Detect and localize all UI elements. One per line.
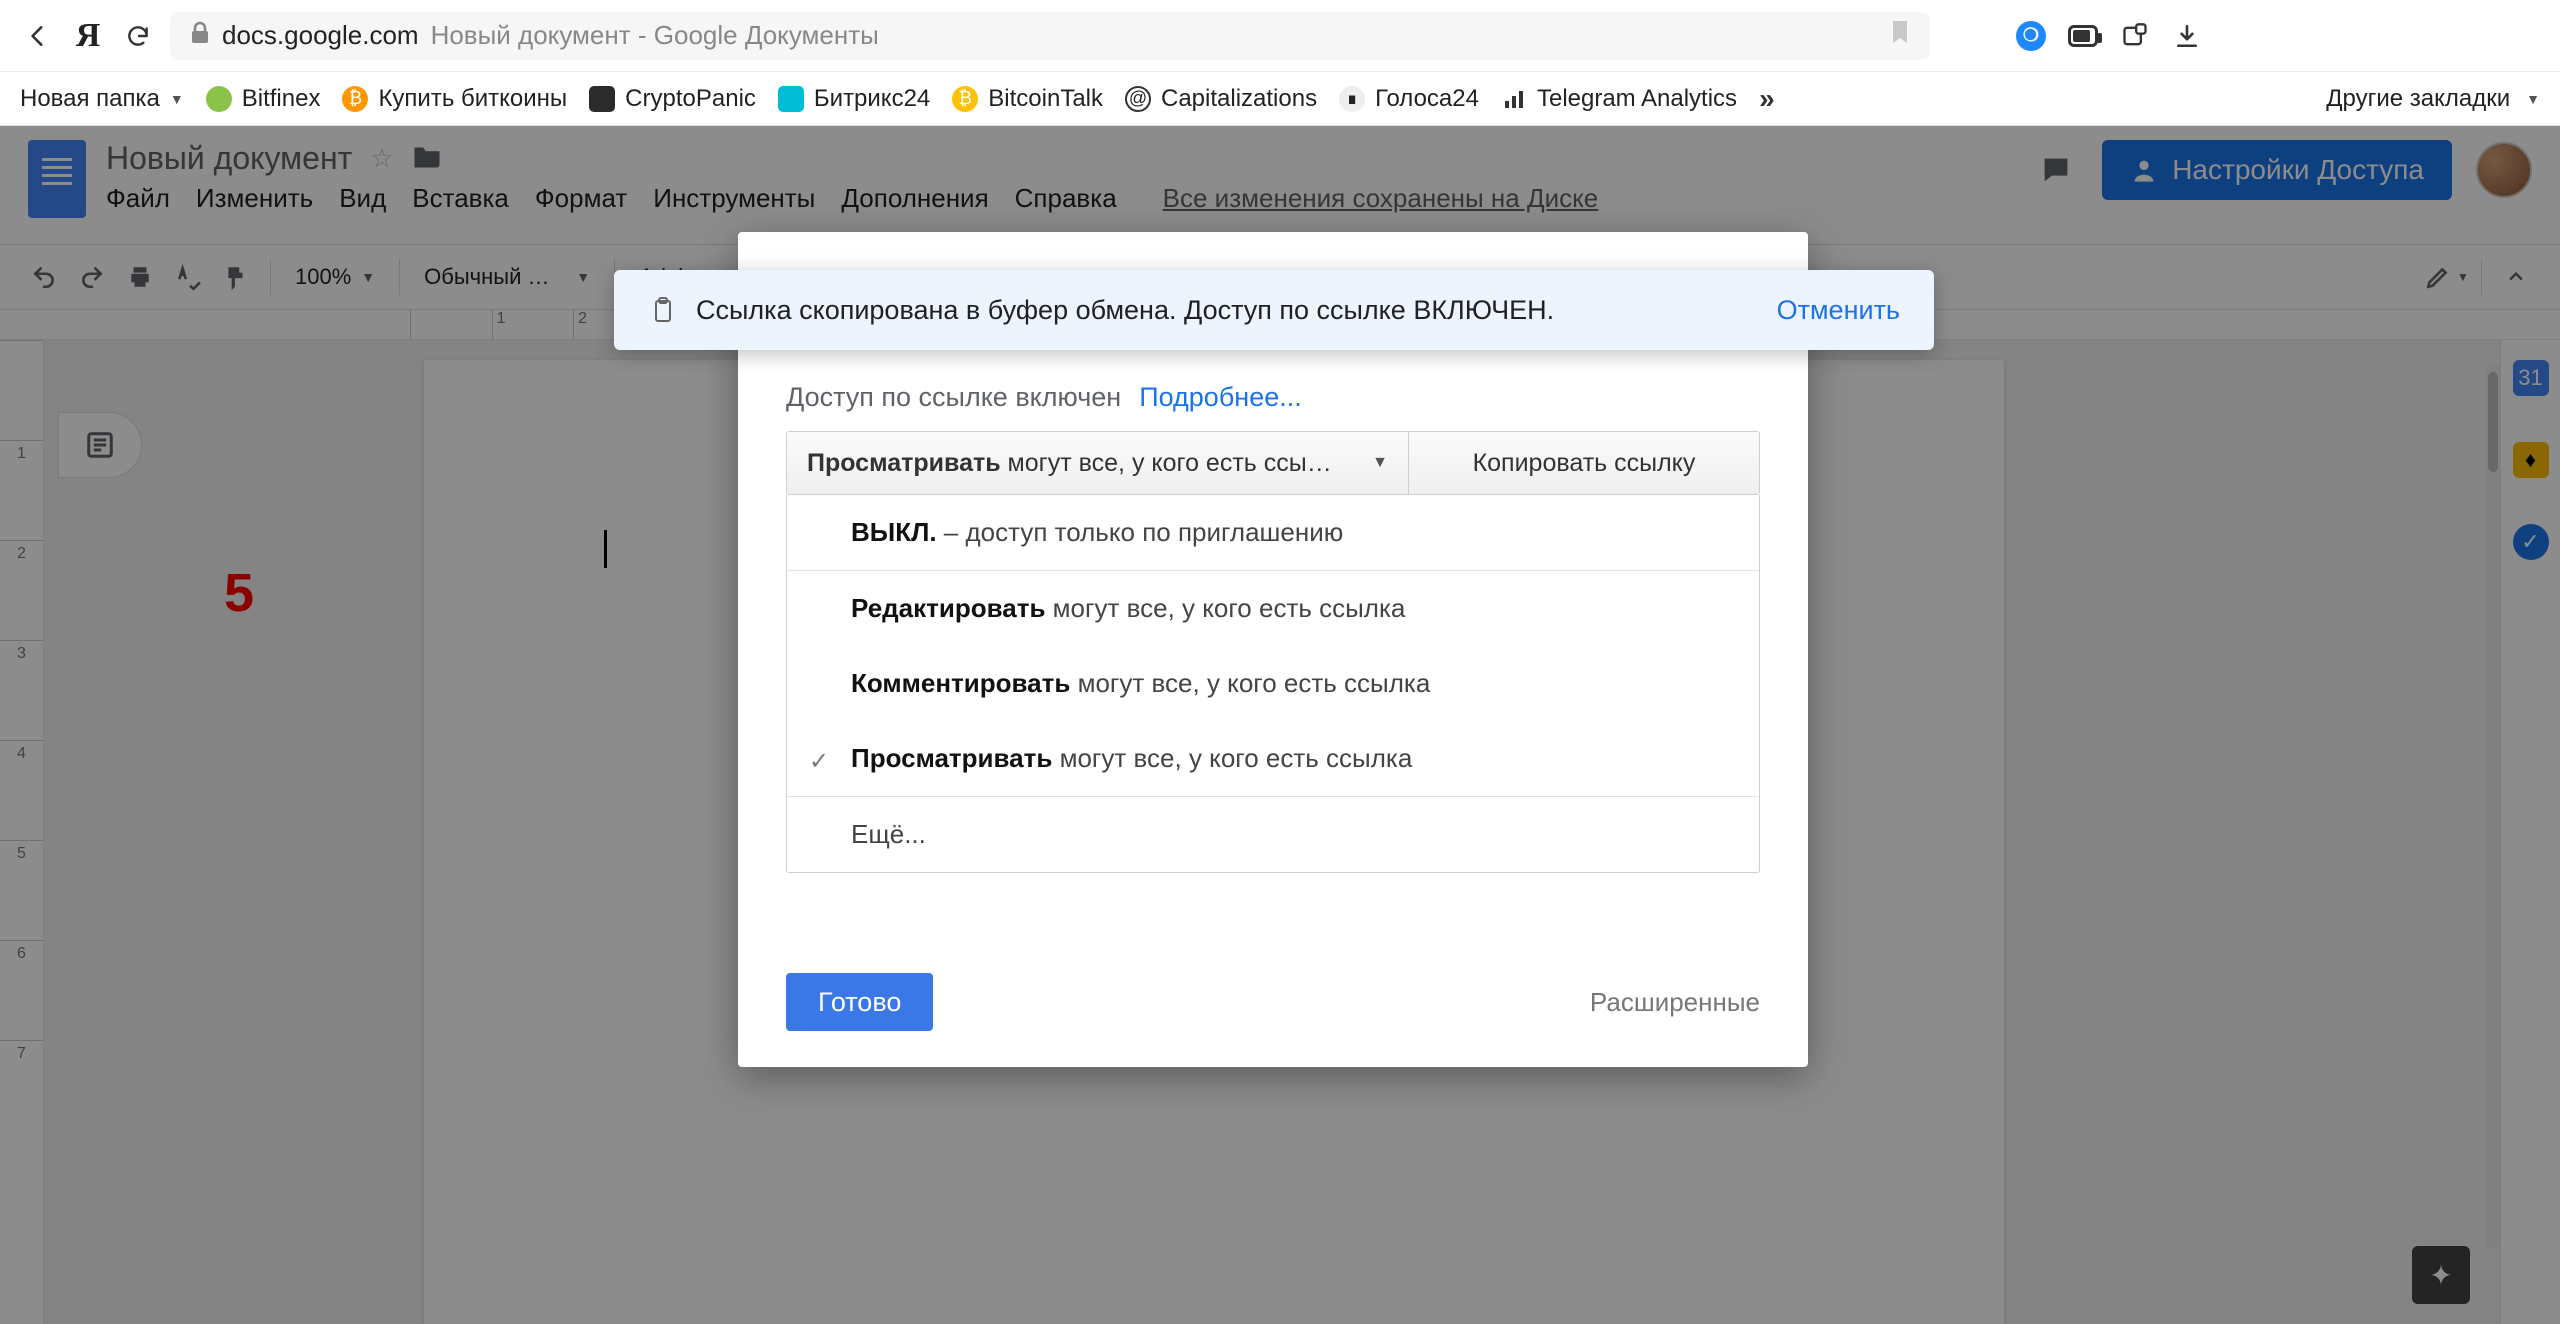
bookmark-label: Capitalizations — [1161, 85, 1317, 113]
link-sharing-status-label: Доступ по ссылке включен — [786, 382, 1121, 413]
download-arrow-icon[interactable] — [1964, 21, 1994, 51]
address-bar[interactable]: docs.google.com Новый документ - Google … — [170, 12, 1930, 60]
permission-dropdown-label: Просматривать могут все, у кого есть ссы… — [807, 449, 1332, 478]
lock-icon — [190, 21, 210, 51]
bookmark-label: Купить биткоины — [378, 85, 567, 113]
battery-icon — [2068, 21, 2098, 51]
option-view-selected[interactable]: ✓ Просматривать могут все, у кого есть с… — [787, 721, 1759, 796]
bookmark-item-capitalizations[interactable]: @Capitalizations — [1125, 85, 1317, 113]
bookmarks-bar: Новая папка▼ Bitfinex ₿Купить биткоины C… — [0, 72, 2560, 126]
bookmark-label: BitcoinTalk — [988, 85, 1103, 113]
other-bookmarks-label: Другие закладки — [2326, 85, 2510, 113]
extensions-icon[interactable] — [2120, 21, 2150, 51]
yandex-home-button[interactable]: Я — [70, 18, 106, 54]
toast-message: Ссылка скопирована в буфер обмена. Досту… — [696, 295, 1554, 326]
option-edit[interactable]: Редактировать могут все, у кого есть ссы… — [787, 570, 1759, 646]
docs-app: Новый документ ☆ Файл Изменить Вид Встав… — [0, 126, 2560, 1324]
option-comment[interactable]: Комментировать могут все, у кого есть сс… — [787, 646, 1759, 721]
copy-link-button[interactable]: Копировать ссылку — [1409, 432, 1759, 494]
bookmark-folder-label: Новая папка — [20, 85, 160, 113]
bookmark-item-bitfinex[interactable]: Bitfinex — [206, 85, 321, 113]
bookmark-item-golosa24[interactable]: ∎Голоса24 — [1339, 85, 1479, 113]
permission-row: Просматривать могут все, у кого есть ссы… — [786, 431, 1760, 495]
advanced-link[interactable]: Расширенные — [1590, 987, 1760, 1018]
check-icon: ✓ — [809, 747, 829, 776]
bookmarks-overflow[interactable]: » — [1759, 83, 1775, 115]
option-off[interactable]: ВЫКЛ. – доступ только по приглашению — [787, 495, 1759, 570]
bookmark-label: Голоса24 — [1375, 85, 1479, 113]
done-button-label: Готово — [818, 987, 901, 1018]
bookmark-label: Битрикс24 — [814, 85, 930, 113]
bookmark-label: Telegram Analytics — [1537, 85, 1737, 113]
address-page-title: Новый документ - Google Документы — [431, 20, 879, 51]
address-domain: docs.google.com — [222, 20, 419, 51]
done-button[interactable]: Готово — [786, 973, 933, 1031]
toast-undo-link[interactable]: Отменить — [1777, 295, 1900, 326]
share-dialog: Доступ по ссылке включен Подробнее... Пр… — [738, 232, 1808, 1067]
bookmark-item-bitrix24[interactable]: Битрикс24 — [778, 85, 930, 113]
permission-options-list: ВЫКЛ. – доступ только по приглашению Ред… — [786, 495, 1760, 873]
option-more[interactable]: Ещё... — [787, 796, 1759, 872]
clipboard-icon — [648, 295, 678, 325]
bookmark-item-buy-bitcoin[interactable]: ₿Купить биткоины — [342, 85, 567, 113]
link-copied-toast: Ссылка скопирована в буфер обмена. Досту… — [614, 270, 1934, 350]
browser-chrome-bar: Я docs.google.com Новый документ - Googl… — [0, 0, 2560, 72]
bookmark-icon[interactable] — [1890, 19, 1910, 52]
back-button[interactable] — [20, 18, 56, 54]
bookmark-item-cryptopanic[interactable]: CryptoPanic — [589, 85, 756, 113]
bookmark-item-bitcointalk[interactable]: ₿BitcoinTalk — [952, 85, 1103, 113]
other-bookmarks[interactable]: Другие закладки▼ — [2326, 85, 2540, 113]
learn-more-link[interactable]: Подробнее... — [1139, 382, 1302, 413]
downloads-icon[interactable] — [2172, 21, 2202, 51]
bookmark-label: CryptoPanic — [625, 85, 756, 113]
bookmark-label: Bitfinex — [242, 85, 321, 113]
copy-link-label: Копировать ссылку — [1473, 449, 1696, 478]
bookmark-item-telegram-analytics[interactable]: Telegram Analytics — [1501, 85, 1737, 113]
extension-badge-icon[interactable]: ❍ — [2016, 21, 2046, 51]
permission-dropdown[interactable]: Просматривать могут все, у кого есть ссы… — [787, 432, 1409, 494]
bookmark-folder[interactable]: Новая папка▼ — [20, 85, 184, 113]
browser-right-icons: ❍ — [1964, 21, 2202, 51]
reload-button[interactable] — [120, 18, 156, 54]
